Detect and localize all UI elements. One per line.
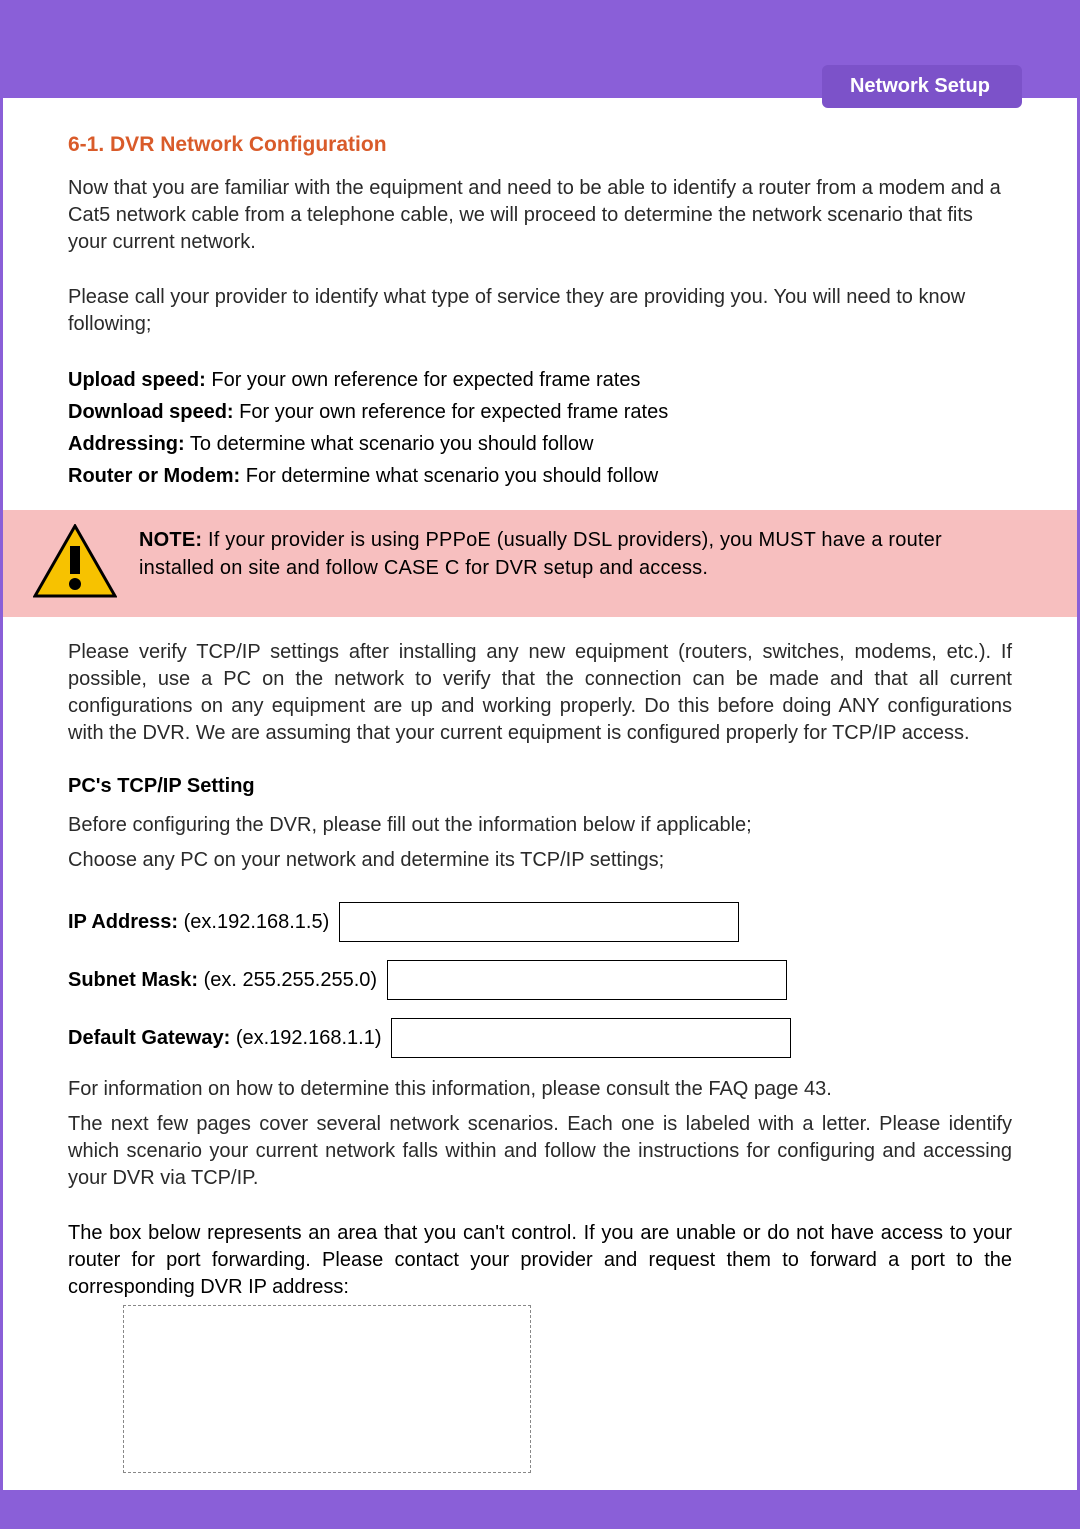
page-container: Network Setup 6-1. DVR Network Configura… [0,0,1080,1529]
call-provider-paragraph: Please call your provider to identify wh… [68,284,1012,338]
box-paragraph: The box below represents an area that yo… [68,1220,1012,1301]
note-callout: NOTE: If your provider is using PPPoE (u… [3,510,1077,617]
download-speed-line: Download speed: For your own reference f… [68,398,1012,426]
ip-address-row: IP Address: (ex.192.168.1.5) [68,902,1012,942]
router-modem-line: Router or Modem: For determine what scen… [68,462,1012,490]
chapter-tab: Network Setup [822,65,1022,108]
default-gateway-hint: (ex.192.168.1.1) [230,1027,381,1049]
note-text: NOTE: If your provider is using PPPoE (u… [139,524,1012,582]
before-config-paragraph: Before configuring the DVR, please fill … [68,812,1012,839]
upload-speed-text: For your own reference for expected fram… [206,369,641,391]
note-label: NOTE: [139,529,202,551]
download-speed-label: Download speed: [68,401,234,423]
ip-address-label-bold: IP Address: [68,911,178,933]
addressing-label: Addressing: [68,433,185,455]
download-speed-text: For your own reference for expected fram… [234,401,669,423]
upload-speed-label: Upload speed: [68,369,206,391]
footer-band [3,1490,1077,1526]
ip-address-label: IP Address: (ex.192.168.1.5) [68,911,329,934]
note-body: If your provider is using PPPoE (usually… [139,529,942,579]
uncontrolled-area-box [123,1305,531,1473]
default-gateway-label: Default Gateway: (ex.192.168.1.1) [68,1027,381,1050]
box-paragraph-wrap: The box below represents an area that yo… [68,1220,1012,1473]
subnet-mask-label-bold: Subnet Mask: [68,969,198,991]
addressing-line: Addressing: To determine what scenario y… [68,430,1012,458]
default-gateway-label-bold: Default Gateway: [68,1027,230,1049]
default-gateway-input[interactable] [391,1018,791,1058]
ip-address-hint: (ex.192.168.1.5) [178,911,329,933]
subnet-mask-input[interactable] [387,960,787,1000]
intro-paragraph: Now that you are familiar with the equip… [68,175,1012,256]
router-modem-label: Router or Modem: [68,465,240,487]
default-gateway-row: Default Gateway: (ex.192.168.1.1) [68,1018,1012,1058]
pc-tcpip-heading: PC's TCP/IP Setting [68,775,1012,798]
content-area: 6-1. DVR Network Configuration Now that … [3,98,1077,1493]
subnet-mask-label: Subnet Mask: (ex. 255.255.255.0) [68,969,377,992]
subnet-mask-hint: (ex. 255.255.255.0) [198,969,377,991]
section-title: 6-1. DVR Network Configuration [68,133,1012,157]
verify-paragraph: Please verify TCP/IP settings after inst… [68,639,1012,747]
upload-speed-line: Upload speed: For your own reference for… [68,366,1012,394]
router-modem-text: For determine what scenario you should f… [240,465,658,487]
faq-info-paragraph: For information on how to determine this… [68,1076,1012,1103]
subnet-mask-row: Subnet Mask: (ex. 255.255.255.0) [68,960,1012,1000]
warning-icon [33,524,117,603]
choose-pc-paragraph: Choose any PC on your network and determ… [68,847,1012,874]
addressing-text: To determine what scenario you should fo… [185,433,594,455]
scenarios-paragraph: The next few pages cover several network… [68,1111,1012,1192]
ip-address-input[interactable] [339,902,739,942]
